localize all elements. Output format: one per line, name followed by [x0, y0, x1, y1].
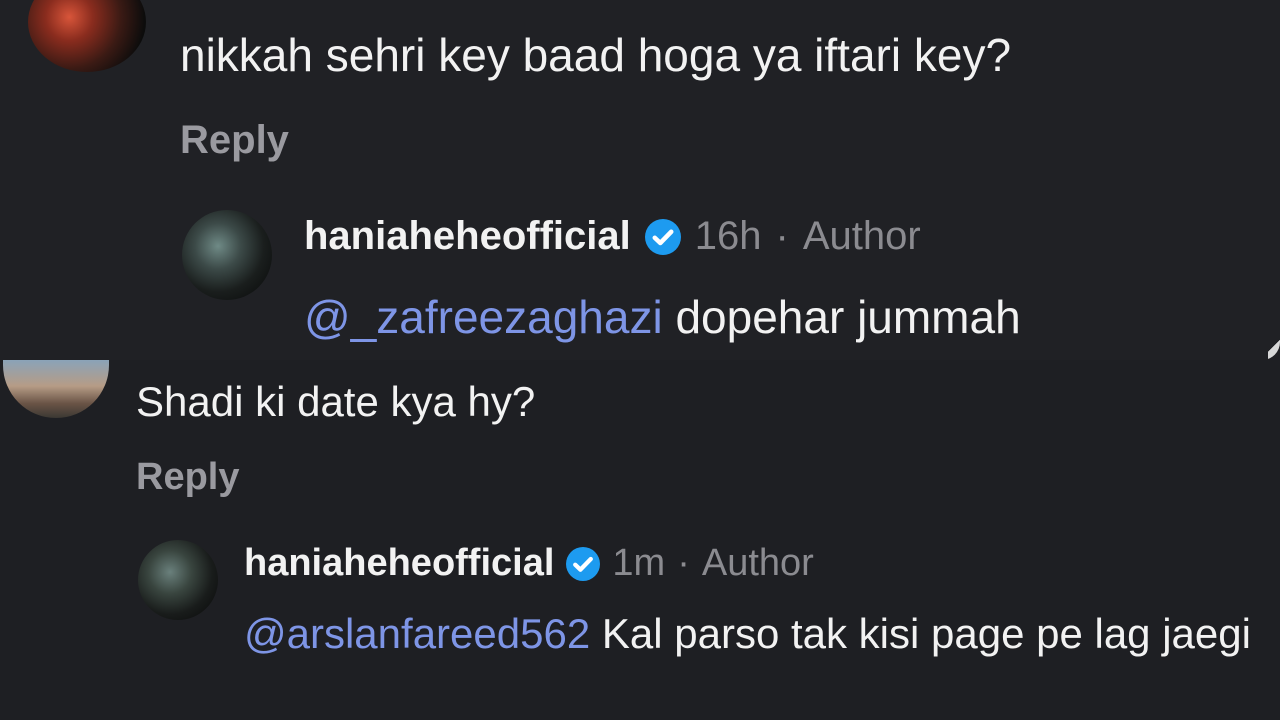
author-label: Author	[701, 542, 814, 584]
comment-text: Shadi ki date kya hy?	[136, 378, 536, 425]
comment-text: nikkah sehri key baad hoga ya iftari key…	[180, 29, 1012, 81]
reply-meta: haniaheheofficial 16h · Author	[304, 214, 921, 259]
comment-thread-top: nikkah sehri key baad hoga ya iftari key…	[0, 0, 1280, 360]
panel-edge-decoration	[1268, 332, 1280, 360]
mention-link[interactable]: @arslanfareed562	[244, 610, 590, 657]
reply-button[interactable]: Reply	[180, 118, 289, 163]
reply-body-text: Kal parso tak kisi page pe lag jaegi	[601, 610, 1251, 657]
reply-avatar[interactable]	[138, 540, 218, 620]
comment-thread-bottom: Shadi ki date kya hy? Reply haniaheheoff…	[0, 360, 1280, 720]
verified-badge-icon	[644, 218, 681, 255]
meta-separator: ·	[677, 542, 690, 584]
mention-link[interactable]: @_zafreezaghazi	[304, 291, 663, 343]
reply-timestamp: 1m	[612, 542, 666, 584]
avatar[interactable]	[3, 360, 109, 418]
reply-button[interactable]: Reply	[136, 456, 239, 499]
meta-separator: ·	[775, 214, 789, 258]
reply-body-text: dopehar jummah	[675, 291, 1021, 343]
avatar[interactable]	[28, 0, 146, 72]
reply-avatar[interactable]	[182, 210, 272, 300]
verified-badge-icon	[566, 546, 601, 581]
reply-meta: haniaheheofficial 1m · Author	[244, 542, 814, 585]
reply-timestamp: 16h	[694, 214, 762, 258]
reply-text: @_zafreezaghazi dopehar jummah	[304, 290, 1021, 344]
username[interactable]: haniaheheofficial	[304, 214, 631, 259]
author-label: Author	[802, 214, 921, 258]
reply-text: @arslanfareed562 Kal parso tak kisi page…	[244, 606, 1264, 662]
username[interactable]: haniaheheofficial	[244, 542, 554, 585]
